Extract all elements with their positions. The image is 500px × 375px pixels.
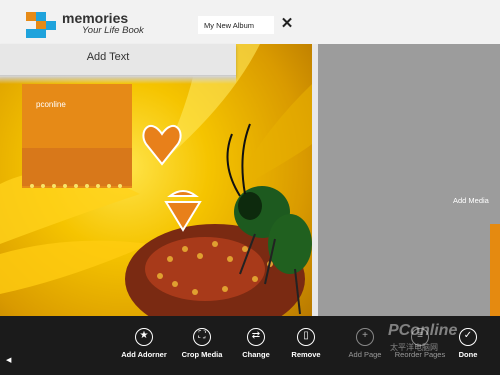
add-page-button[interactable]: + Add Page	[335, 328, 395, 374]
next-page-edge	[490, 224, 500, 316]
close-button[interactable]: ✕	[279, 14, 295, 34]
album-title-input[interactable]	[198, 16, 274, 34]
remove-button[interactable]: ▯ Remove	[276, 328, 336, 374]
trash-icon: ▯	[297, 328, 315, 346]
add-text-label: Add Text	[86, 51, 130, 63]
watermark-subtitle: 太平洋电脑网	[390, 343, 438, 352]
app-name: memories	[62, 10, 129, 26]
star-icon: ★	[135, 328, 153, 346]
plus-icon: +	[356, 328, 374, 346]
crop-icon: ⛶	[193, 328, 211, 346]
add-adorner-button[interactable]: ★ Add Adorner	[114, 328, 174, 374]
app-subtitle: Your Life Book	[82, 25, 144, 36]
note-dots	[30, 184, 130, 190]
note-text[interactable]: pconline	[36, 100, 66, 109]
app-logo	[26, 12, 56, 38]
change-media-icon: ⇄	[247, 328, 265, 346]
add-media-label[interactable]: Add Media	[453, 196, 489, 205]
crop-media-button[interactable]: ⛶ Crop Media	[172, 328, 232, 374]
scroll-left-arrow-icon[interactable]: ◀	[6, 356, 12, 364]
banner-shadow	[0, 76, 236, 84]
watermark: PConline	[388, 322, 458, 339]
album-page-right[interactable]: Add Media	[318, 44, 500, 316]
add-text-banner[interactable]: Add Text	[0, 44, 236, 76]
close-icon: ✕	[280, 15, 294, 32]
check-icon: ✓	[459, 328, 477, 346]
